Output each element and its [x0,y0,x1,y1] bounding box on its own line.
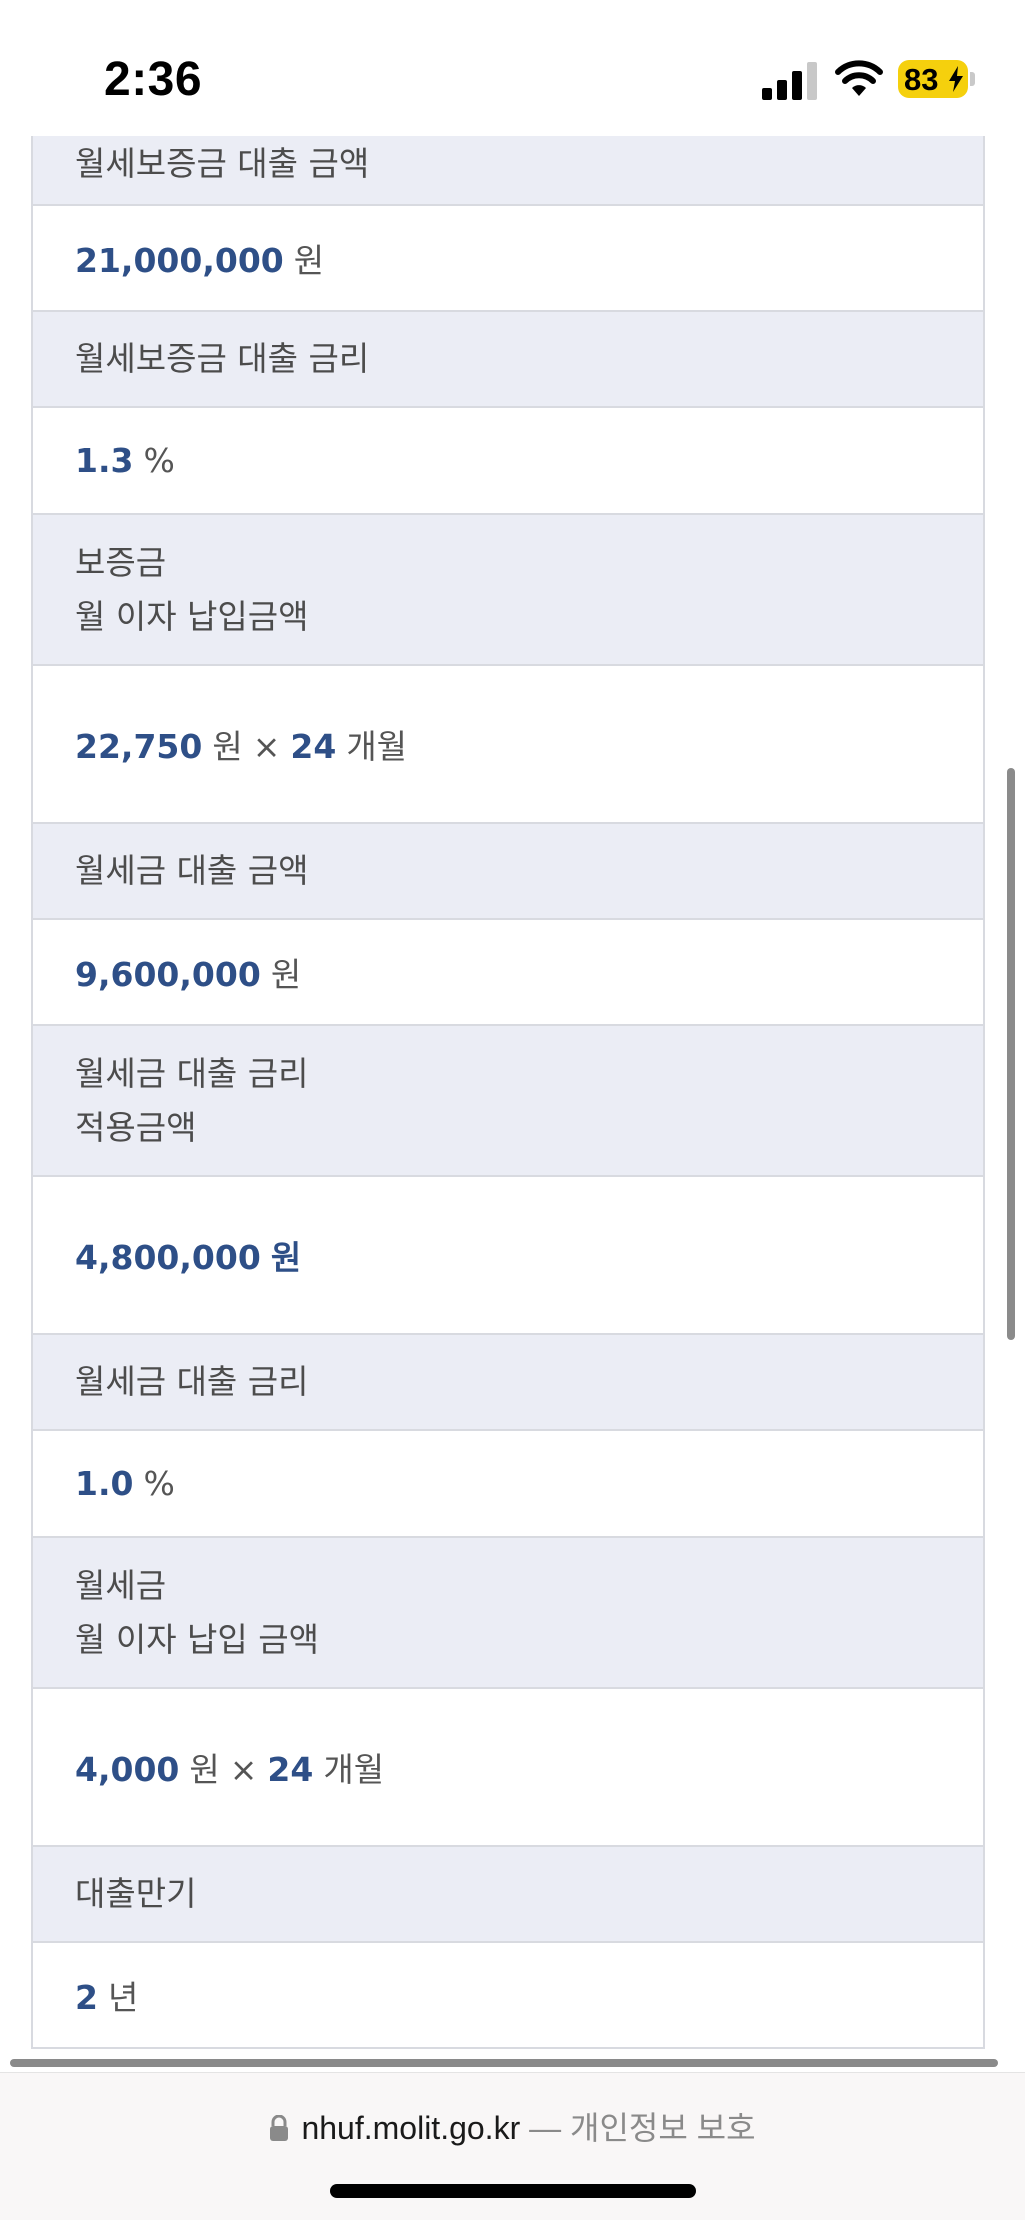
value-number: 2 [75,1978,98,2017]
privacy-label: 개인정보 보호 [570,2110,756,2146]
label-line-1: 보증금 [75,542,167,582]
months-unit: 개월 [346,727,408,766]
row-value-deposit-loan-rate: 1.3% [33,408,983,515]
value-unit: 원 [212,727,243,766]
value-unit: % [143,441,175,480]
row-value-loan-term: 2년 [33,1943,983,2049]
row-label-deposit-monthly-interest: 보증금 월 이자 납입금액 [33,515,983,666]
value-number: 9,600,000 [75,955,261,994]
row-label-loan-term: 대출만기 [33,1847,983,1943]
wifi-icon [835,60,883,96]
battery-level: 83 [904,62,939,97]
lock-icon [270,2115,289,2141]
row-label-rent-rate-applied-amount: 월세금 대출 금리 적용금액 [33,1026,983,1177]
row-label-rent-loan-rate: 월세금 대출 금리 [33,1335,983,1431]
label-text: 대출만기 [75,1874,197,1913]
label-text: 월세금 대출 금리 [75,1362,309,1401]
value-number: 1.3 [75,441,134,480]
battery-cap [970,72,975,86]
row-value-deposit-loan-amount: 21,000,000 원 [33,206,983,312]
row-label-rent-loan-amount: 월세금 대출 금액 [33,824,983,920]
row-value-rent-monthly-interest: 4,000 원 × 24 개월 [33,1689,983,1847]
value-number: 4,000 [75,1750,180,1789]
value-unit: % [143,1464,175,1503]
signal-icon [762,62,817,100]
label-text: 월세보증금 대출 금리 [75,339,370,378]
label-text: 월세보증금 대출 금액 [75,144,370,183]
label-line-1: 월세금 대출 금리 [75,1053,309,1093]
value-unit: 년 [107,1978,139,2017]
status-bar: 2:36 83 [0,0,1025,136]
months-number: 24 [267,1750,314,1789]
label-line-2: 월 이자 납입 금액 [75,1619,319,1659]
row-value-rent-loan-rate: 1.0% [33,1431,983,1538]
row-value-deposit-monthly-interest: 22,750 원 × 24 개월 [33,666,983,824]
url-domain: nhuf.molit.go.kr [301,2110,521,2146]
url-separator: — [529,2110,562,2146]
row-value-rent-rate-applied-amount: 4,800,000 원 [33,1177,983,1335]
row-value-rent-loan-amount: 9,600,000 원 [33,920,983,1026]
value-number: 21,000,000 [75,241,284,280]
address-display[interactable]: nhuf.molit.go.kr — 개인정보 보호 [0,2103,1025,2149]
value-unit: 원 [189,1750,220,1789]
value-number: 4,800,000 [75,1238,261,1277]
loan-detail-table: 월세보증금 대출 금액 21,000,000 원 월세보증금 대출 금리 1.3%… [31,64,985,2049]
value-unit: 원 [293,241,325,280]
label-line-1: 월세금 [75,1565,167,1605]
row-label-rent-monthly-interest: 월세금 월 이자 납입 금액 [33,1538,983,1689]
label-text: 월세금 대출 금액 [75,851,309,890]
months-unit: 개월 [323,1750,385,1789]
value-number: 22,750 [75,727,203,766]
value-unit: 원 [270,1238,302,1277]
status-time: 2:36 [104,53,203,106]
horizontal-scrollbar[interactable] [10,2059,998,2067]
value-number: 1.0 [75,1464,134,1503]
url-bar[interactable]: nhuf.molit.go.kr — 개인정보 보호 [0,2072,1025,2220]
battery-charging-icon: 83 [898,60,968,98]
value-unit: 원 [270,955,302,994]
times-sign: × [252,727,281,766]
vertical-scrollbar[interactable] [1007,768,1015,1340]
row-label-deposit-loan-rate: 월세보증금 대출 금리 [33,312,983,408]
label-line-2: 적용금액 [75,1107,197,1147]
label-line-2: 월 이자 납입금액 [75,596,309,636]
months-number: 24 [290,727,337,766]
times-sign: × [229,1750,258,1789]
home-indicator[interactable] [330,2184,696,2198]
bolt-icon [949,66,963,92]
